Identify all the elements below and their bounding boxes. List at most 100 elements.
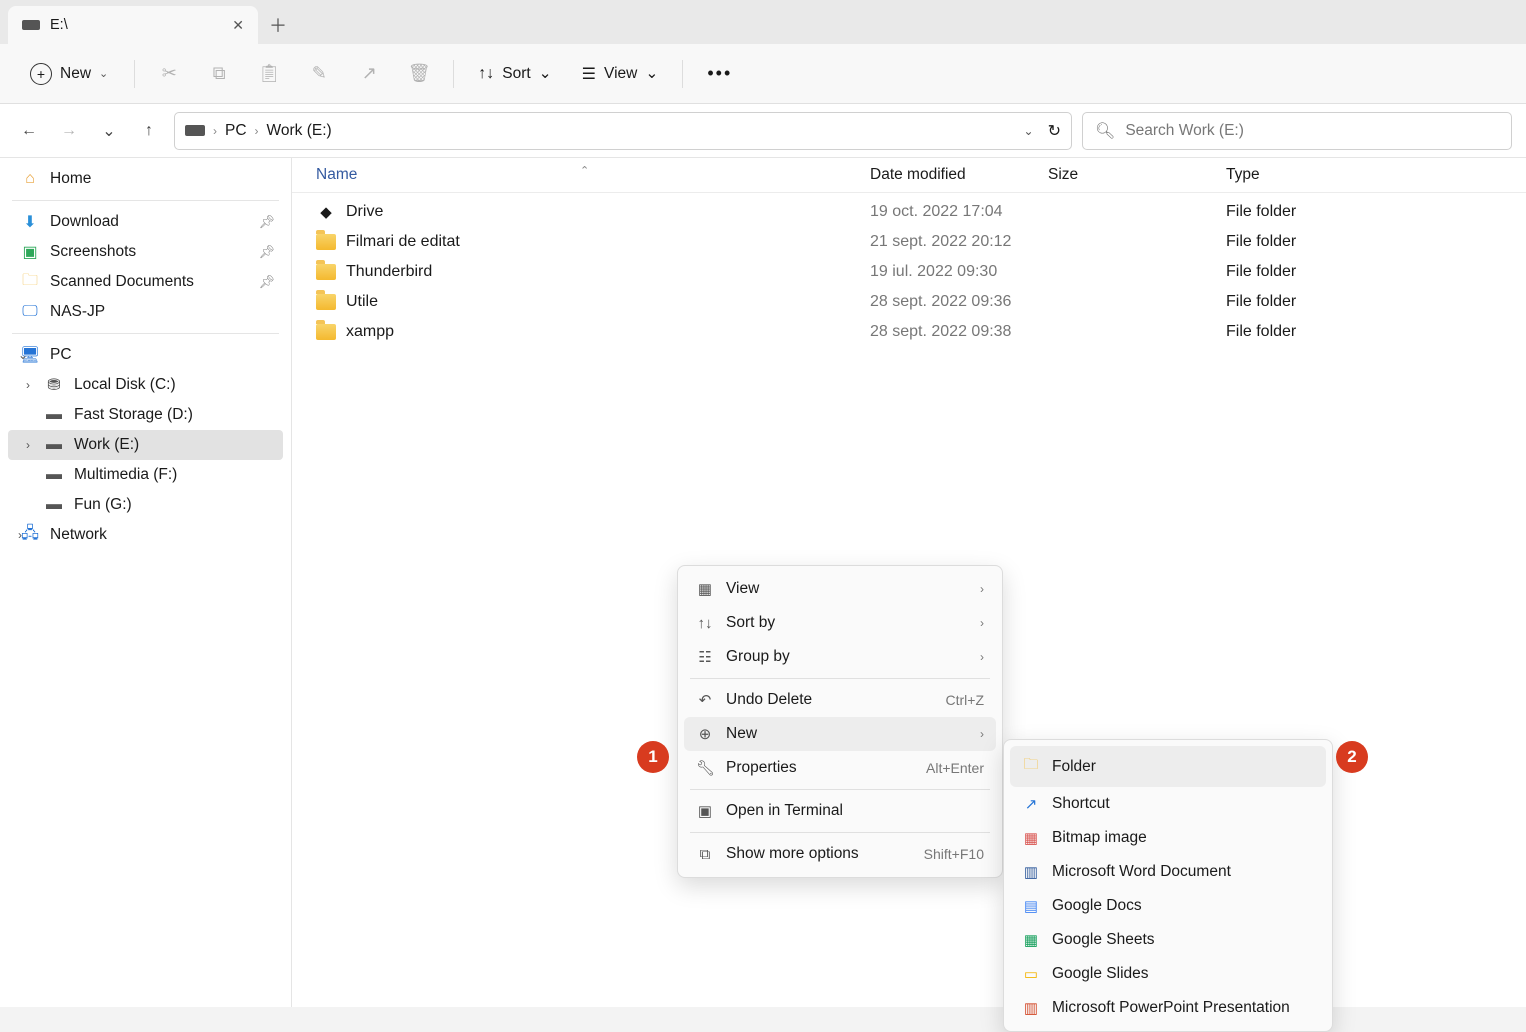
share-button[interactable]: ↗ [349,54,389,94]
chevron-down-icon[interactable]: ⌄ [1024,124,1034,138]
tab-work-e[interactable]: E:\ ✕ [8,6,258,44]
sidebar-screenshots[interactable]: ▣ Screenshots 📌︎ [8,237,283,267]
breadcrumb-pc[interactable]: PC [225,122,247,140]
pin-icon: 📌︎ [258,214,275,230]
divider [12,200,279,201]
paste-button[interactable]: 📋︎ [249,54,289,94]
ellipsis-icon: ••• [707,63,732,83]
ctx-new[interactable]: ⊕New› [684,717,996,751]
table-row[interactable]: Filmari de editat21 sept. 2022 20:12File… [292,227,1526,257]
more-button[interactable]: ••• [697,57,742,90]
view-list-icon: ☰ [582,64,596,84]
search-input[interactable]: 🔍︎ Search Work (E:) [1082,112,1512,150]
forward-button[interactable]: → [54,116,84,146]
refresh-button[interactable]: ↻ [1048,121,1061,141]
ctx-new-folder[interactable]: 🗀Folder [1010,746,1326,787]
column-date[interactable]: Date modified [870,166,1048,184]
sidebar-scanned[interactable]: 🗀 Scanned Documents 📌︎ [8,267,283,297]
sidebar-download[interactable]: ⬇ Download 📌︎ [8,207,283,237]
cut-button[interactable]: ✂ [149,54,189,94]
sidebar-drive-g[interactable]: ▬ Fun (G:) [8,490,283,520]
delete-button[interactable]: 🗑︎ [399,54,439,94]
folder-icon [316,324,336,340]
ctx-new-word[interactable]: ▥Microsoft Word Document [1010,855,1326,889]
rename-icon: ✎ [312,63,327,84]
chevron-right-icon[interactable]: › [18,528,22,542]
ppt-icon: ▥ [1022,999,1040,1017]
new-button[interactable]: + New ⌄ [18,57,120,91]
table-row[interactable]: Thunderbird19 iul. 2022 09:30File folder [292,257,1526,287]
ctx-undo[interactable]: ↶Undo DeleteCtrl+Z [684,683,996,717]
ctx-new-shortcut[interactable]: ↗Shortcut [1010,787,1326,821]
chevron-down-icon[interactable]: ⌄ [18,348,28,362]
sidebar-drive-c[interactable]: › ⛃ Local Disk (C:) [8,370,283,400]
view-label: View [604,65,637,83]
group-icon: ☷ [696,648,714,666]
chevron-down-icon: ⌄ [99,67,108,80]
file-date: 19 iul. 2022 09:30 [870,263,1048,281]
ctx-terminal[interactable]: ▣Open in Terminal [684,794,996,828]
folder-icon [316,234,336,250]
recent-button[interactable]: ⌄ [94,116,124,146]
ctx-groupby[interactable]: ☷Group by› [684,640,996,674]
plus-circle-icon: ⊕ [696,725,714,743]
pin-icon: 📌︎ [258,244,275,260]
sort-button[interactable]: ↑↓ Sort ⌄ [468,58,561,89]
up-button[interactable]: ↑ [134,116,164,146]
table-row[interactable]: Utile28 sept. 2022 09:36File folder [292,287,1526,317]
tab-bar: E:\ ✕ ＋ [0,0,1526,44]
more-icon: ⧉ [696,846,714,863]
undo-icon: ↶ [696,691,714,709]
ctx-new-bitmap[interactable]: ▦Bitmap image [1010,821,1326,855]
chevron-right-icon[interactable]: › [26,378,30,392]
tab-title: E:\ [50,17,68,33]
sidebar-network[interactable]: › 🖧 Network [8,520,283,550]
new-tab-button[interactable]: ＋ [258,6,298,44]
copy-button[interactable]: ⧉ [199,54,239,94]
ctx-properties[interactable]: 🔧︎PropertiesAlt+Enter [684,751,996,785]
ctx-new-gsheets[interactable]: ▦Google Sheets [1010,923,1326,957]
table-row[interactable]: ◆Drive19 oct. 2022 17:04File folder [292,197,1526,227]
search-placeholder: Search Work (E:) [1125,122,1244,140]
back-button[interactable]: ← [14,116,44,146]
trash-icon: 🗑︎ [408,63,431,84]
column-size[interactable]: Size [1048,166,1226,184]
sidebar-drive-e[interactable]: › ▬ Work (E:) [8,430,283,460]
sidebar-item-label: Download [50,213,119,231]
file-list-pane: Name ⌃ Date modified Size Type ◆Drive19 … [292,158,1526,1007]
pin-icon: 📌︎ [258,274,275,290]
breadcrumb-location[interactable]: Work (E:) [267,122,332,140]
file-type: File folder [1226,263,1526,281]
sidebar-drive-d[interactable]: ▬ Fast Storage (D:) [8,400,283,430]
file-type: File folder [1226,323,1526,341]
sidebar-pc[interactable]: ⌄ 🖥︎ PC [8,340,283,370]
separator [690,832,990,833]
sort-asc-icon: ⌃ [580,164,589,177]
ctx-new-gdocs[interactable]: ▤Google Docs [1010,889,1326,923]
separator [690,789,990,790]
sidebar-nas[interactable]: 🖵 NAS-JP [8,297,283,327]
ctx-more[interactable]: ⧉Show more optionsShift+F10 [684,837,996,871]
ctx-view[interactable]: ▦View› [684,572,996,606]
home-icon: ⌂ [20,169,40,189]
file-name: xampp [346,323,394,341]
chevron-right-icon[interactable]: › [26,438,30,452]
rename-button[interactable]: ✎ [299,54,339,94]
sidebar-home[interactable]: ⌂ Home [8,164,283,194]
column-name[interactable]: Name ⌃ [310,166,870,184]
ctx-sortby[interactable]: ↑↓Sort by› [684,606,996,640]
sidebar-drive-f[interactable]: ▬ Multimedia (F:) [8,460,283,490]
table-row[interactable]: xampp28 sept. 2022 09:38File folder [292,317,1526,347]
image-icon: ▦ [1022,829,1040,847]
ctx-new-ppt[interactable]: ▥Microsoft PowerPoint Presentation [1010,991,1326,1025]
divider [12,333,279,334]
ctx-new-gslides[interactable]: ▭Google Slides [1010,957,1326,991]
plus-icon: ＋ [269,12,287,38]
view-button[interactable]: ☰ View ⌄ [572,58,669,90]
address-bar[interactable]: › PC › Work (E:) ⌄ ↻ [174,112,1072,150]
share-icon: ↗ [362,63,377,84]
drive-icon: ▬ [44,495,64,515]
sidebar-item-label: PC [50,346,72,364]
close-icon[interactable]: ✕ [232,17,244,34]
column-type[interactable]: Type [1226,166,1526,184]
